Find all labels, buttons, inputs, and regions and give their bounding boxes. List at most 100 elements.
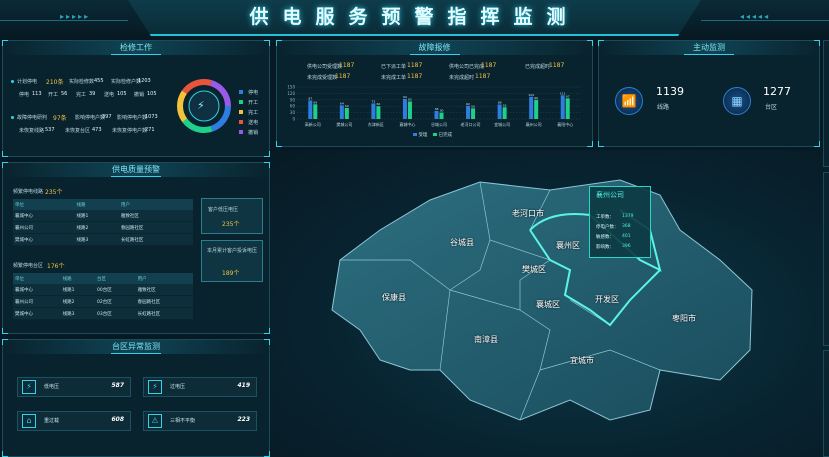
table-row[interactable]: 樊城中心 线路3 长虹路社区 <box>13 233 193 246</box>
table-cell: 襄城中心 <box>13 210 75 222</box>
table-cell: 长虹路社区 <box>118 233 193 246</box>
planned-item-label: 实际检修数 <box>69 79 95 85</box>
map-label-fancheng[interactable]: 樊城区 <box>522 264 546 275</box>
fault-item-label: 影响停电户数 <box>75 115 106 121</box>
y-tick-label: 120 <box>287 91 295 96</box>
fault-label: 故障停电研判 <box>17 115 48 121</box>
x-tick-label: 樊城公司 <box>336 121 352 127</box>
monitor-line-value: 1139 <box>656 85 684 98</box>
table-cell: 襄城中心 <box>13 284 61 296</box>
abnormal-label: 三相不平衡 <box>170 418 196 424</box>
bar-value-label: 82 <box>408 98 412 102</box>
map-label-xiangzhou[interactable]: 襄州区 <box>556 240 580 251</box>
right-edge-panel <box>823 40 829 167</box>
x-tick-label: 高新公司 <box>305 121 321 127</box>
complaint-card[interactable]: 本月累计客户投诉电压 189个 <box>201 240 263 282</box>
legend-label: 受理 <box>418 133 428 138</box>
planned-item-value: 39 <box>89 91 96 97</box>
popup-label: 工单数： <box>596 215 614 220</box>
table-cell: 线路2 <box>60 295 96 308</box>
abnormal-over-voltage[interactable]: ⚡ 过电压 419 <box>143 377 257 397</box>
fault-count: 97条 <box>53 115 67 122</box>
map-label-laohekou[interactable]: 老河口市 <box>512 208 544 219</box>
bar-accepted <box>434 110 439 119</box>
x-tick-label: 东津新区 <box>368 121 384 127</box>
stat-label: 供电公司已完成 <box>449 64 485 70</box>
bar-completed <box>534 99 539 119</box>
table-header: 单位 <box>13 273 61 284</box>
table-cell: 春园路社区 <box>118 221 193 234</box>
planned-item-value: 56 <box>61 91 68 97</box>
abnormal-imbalance[interactable]: ⚠ 三相不平衡 223 <box>143 411 257 431</box>
bar-value-label: 97 <box>566 94 570 98</box>
table-row[interactable]: 襄城中心 线路1 00台区 雅致社区 <box>13 284 193 296</box>
table-row[interactable]: 樊城中心 线路3 03台区 长虹路社区 <box>13 307 193 320</box>
map-label-gucheng[interactable]: 谷城县 <box>450 237 474 248</box>
abnormal-overload[interactable]: ⌂ 重过载 608 <box>17 411 131 431</box>
quality-panel-title: 供电质量预警 <box>3 163 269 177</box>
y-tick-label: 30 <box>290 110 296 115</box>
stat-label: 已完成超时 <box>525 64 551 70</box>
stat-value: 1187 <box>481 62 497 69</box>
bar-value-label: 55 <box>503 103 507 107</box>
map-label-xiangcheng[interactable]: 襄城区 <box>536 299 560 310</box>
planned-item-value: 1203 <box>138 78 151 84</box>
bar-value-label: 64 <box>340 101 344 105</box>
bar-completed <box>344 107 349 119</box>
low-voltage-table: 单位 线路 用户 襄城中心 线路1 雅致社区 襄州公司 线路2 春园路社区 樊城中心 线路3 长… <box>13 199 193 246</box>
bar-value-label: 68 <box>498 100 502 104</box>
map-label-kaifaqu[interactable]: 开发区 <box>595 294 619 305</box>
bar-value-label: 87 <box>308 96 312 100</box>
planned-dot <box>11 80 14 83</box>
bar-accepted <box>308 100 313 119</box>
stat-value: 1187 <box>335 73 351 80</box>
map-label-yicheng[interactable]: 宜城市 <box>570 355 594 366</box>
abnormal-value: 419 <box>237 382 250 389</box>
x-tick-label: 谷城公司 <box>431 121 447 127</box>
bar-value-label: 62 <box>466 102 470 106</box>
y-tick-label: 60 <box>290 104 296 109</box>
bar-value-label: 73 <box>371 99 375 103</box>
x-tick-label: 老河口公司 <box>461 121 481 127</box>
table-row[interactable]: 襄州公司 线路2 春园路社区 <box>13 221 193 234</box>
table-cell: 线路3 <box>74 233 119 246</box>
page-title: 供电服务预警指挥监测 <box>249 6 580 28</box>
map-label-zaoyang[interactable]: 枣阳市 <box>672 313 696 324</box>
building-icon: ▦ <box>723 87 751 115</box>
planned-item-value: 105 <box>147 91 157 97</box>
frequent-table: 单位 线路 台区 用户 襄城中心 线路1 00台区 雅致社区 襄州公司 线路2 02台区 春园路社… <box>13 273 193 320</box>
bar-value-label: 52 <box>345 104 349 108</box>
map-label-baokang[interactable]: 保康县 <box>382 292 406 303</box>
quality-panel: 供电质量预警 频繁停电线路 235个 单位 线路 用户 襄城中心 线路1 雅致社区 襄州… <box>2 162 270 334</box>
table-cell: 线路1 <box>74 210 119 222</box>
monitor-panel: 主动监测 📶 1139 线路 ▦ 1277 台区 <box>598 40 820 147</box>
popup-label: 影响数： <box>596 245 614 250</box>
bar-value-label: 38 <box>435 107 439 111</box>
popup-label: 敏感数： <box>596 235 614 240</box>
table-cell: 线路1 <box>60 284 96 296</box>
table-row[interactable]: 襄城中心 线路1 雅致社区 <box>13 210 193 222</box>
popup-value: 401 <box>622 234 631 239</box>
y-tick-label: 0 <box>292 117 295 122</box>
popup-value: 1379 <box>622 214 634 219</box>
abnormal-value: 587 <box>111 382 124 389</box>
bar-value-label: 111 <box>560 91 566 95</box>
x-tick-label: 襄州公司 <box>526 121 542 127</box>
x-tick-label: 宜城公司 <box>494 121 510 127</box>
phase-imbalance-icon: ⚠ <box>148 414 162 428</box>
card-label: 客户低压电压 <box>208 207 239 213</box>
low-voltage-card[interactable]: 客户低压电压 235个 <box>201 198 263 234</box>
abnormal-low-voltage[interactable]: ⚡ 低电压 587 <box>17 377 131 397</box>
table-row[interactable]: 襄州公司 线路2 02台区 春园路社区 <box>13 295 193 308</box>
bar-completed <box>407 101 412 119</box>
stat-value: 1187 <box>475 73 491 80</box>
popup-value: 396 <box>622 244 631 249</box>
table-header: 台区 <box>95 273 136 284</box>
abnormal-value: 608 <box>111 416 124 423</box>
map-label-nanzhang[interactable]: 南漳县 <box>474 334 498 345</box>
planned-item-label: 撤销 <box>134 92 145 98</box>
fault-item-value: 537 <box>45 127 55 133</box>
bar-completed <box>439 112 444 119</box>
title-bar: ▸▸▸▸▸ ◂◂◂◂◂ 供电服务预警指挥监测 <box>0 0 829 36</box>
planned-label: 计划停电 <box>17 79 38 85</box>
